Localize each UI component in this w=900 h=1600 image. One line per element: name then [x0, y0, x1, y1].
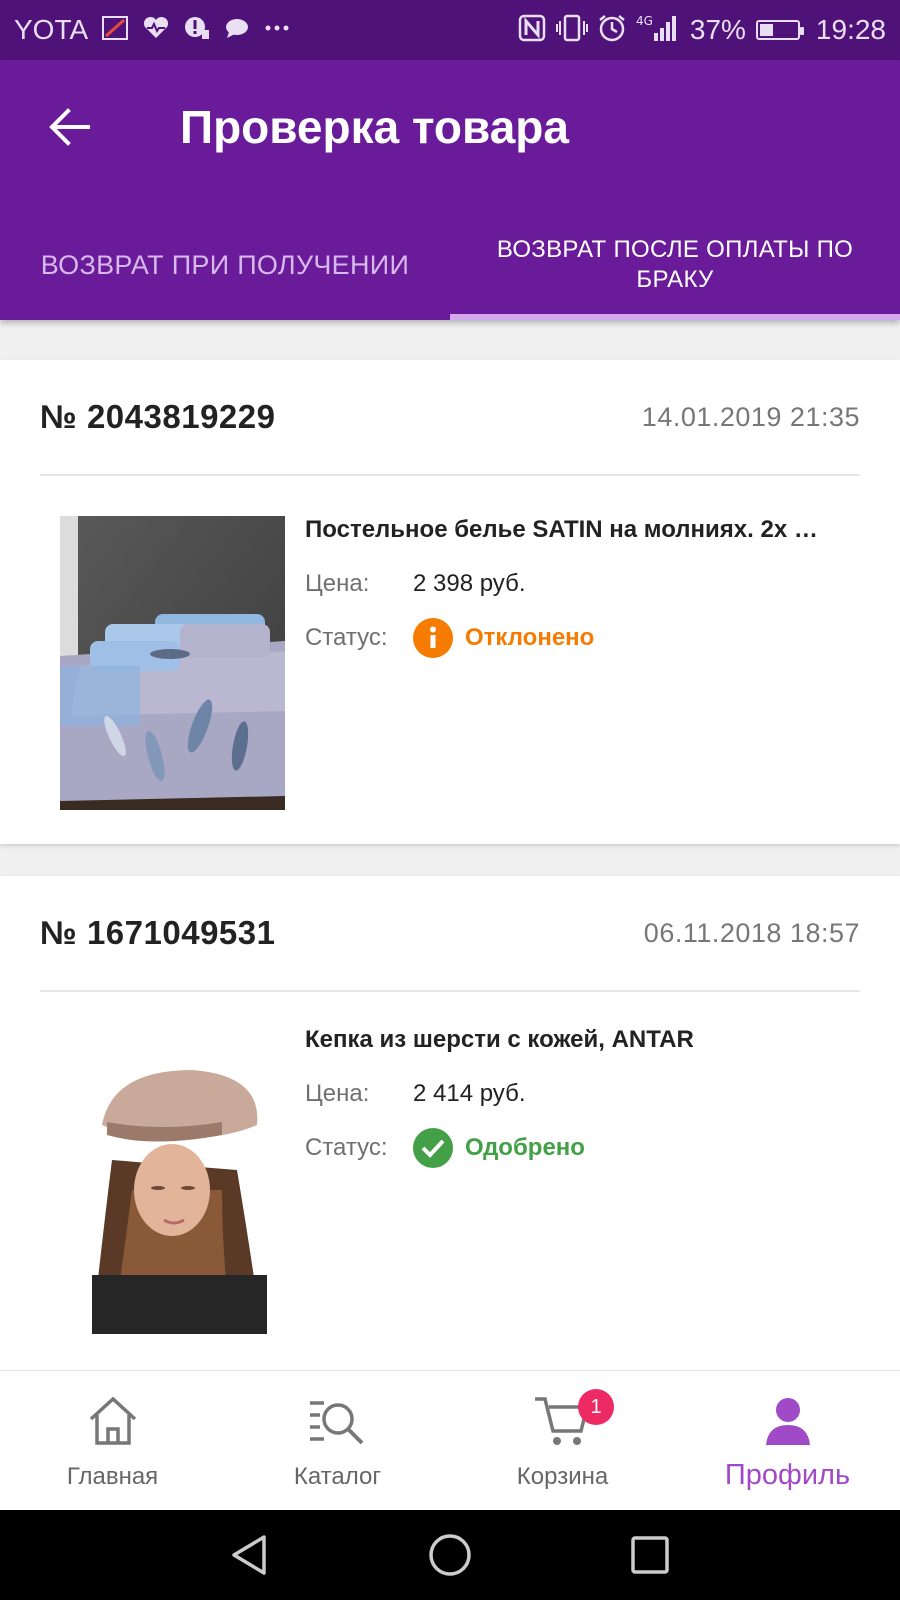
carrier-name: YOTA [14, 14, 89, 45]
home-circle-icon [429, 1534, 471, 1576]
profile-icon [762, 1389, 814, 1453]
status-row: Статус: Одобрено [305, 1128, 860, 1168]
nav-cart[interactable]: 1 Корзина [450, 1371, 675, 1510]
notification-icon [184, 16, 210, 45]
system-back-button[interactable] [225, 1530, 275, 1580]
arrow-left-icon [49, 108, 90, 146]
tab-label: ВОЗВРАТ ПРИ ПОЛУЧЕНИИ [40, 249, 410, 280]
status-label: Статус: [305, 624, 388, 651]
nav-home[interactable]: Главная [0, 1371, 225, 1510]
order-card-header: № 1671049531 06.11.2018 18:57 [40, 876, 860, 992]
price-value: 2 398 руб. [413, 570, 526, 597]
vibrate-icon [555, 14, 588, 47]
price-value: 2 414 руб. [413, 1080, 526, 1107]
orders-list[interactable]: № 2043819229 14.01.2019 21:35 Постельное… [0, 320, 900, 1370]
check-circle-icon [413, 1128, 453, 1168]
nav-label: Профиль [724, 1459, 851, 1491]
clock: 19:28 [815, 14, 886, 45]
cap-woman-image[interactable] [72, 1040, 272, 1334]
nav-label: Главная [66, 1463, 159, 1490]
order-number: № 1671049531 [40, 914, 276, 951]
carrier-logo-icon [102, 15, 129, 45]
chat-bubble-icon [224, 16, 250, 45]
bedding-image[interactable] [60, 516, 285, 810]
nav-label: Каталог [293, 1463, 382, 1490]
health-heart-icon [142, 16, 170, 45]
nav-catalog[interactable]: Каталог [225, 1371, 450, 1510]
product-info: Кепка из шерсти с кожей, ANTAR Цена: 2 4… [305, 1024, 860, 1168]
battery-icon [755, 20, 804, 40]
tab-return-after-payment-defect[interactable]: ВОЗВРАТ ПОСЛЕ ОПЛАТЫ ПО БРАКУ [450, 210, 900, 320]
product-title[interactable]: Кепка из шерсти с кожей, ANTAR [305, 1024, 860, 1056]
order-card[interactable]: № 2043819229 14.01.2019 21:35 Постельное… [0, 360, 900, 844]
product-info: Постельное белье SATIN на молниях. 2х … … [305, 514, 860, 658]
nav-profile[interactable]: Профиль [675, 1371, 900, 1510]
product-title[interactable]: Постельное белье SATIN на молниях. 2х … [305, 514, 860, 546]
cart-badge: 1 [578, 1389, 614, 1425]
nfc-icon [518, 14, 546, 47]
status-bar: YOTA 4G 37% 19:28 [0, 0, 900, 60]
system-navigation-bar [0, 1510, 900, 1600]
app-bar: Проверка товара ВОЗВРАТ ПРИ ПОЛУЧЕНИИ ВО… [0, 60, 900, 320]
system-home-button[interactable] [425, 1530, 475, 1580]
page-title: Проверка товара [180, 101, 569, 153]
network-type: 4G [636, 14, 653, 28]
order-card-header: № 2043819229 14.01.2019 21:35 [40, 360, 860, 476]
catalog-search-icon [308, 1389, 368, 1453]
status-label: Статус: [305, 1134, 388, 1161]
nav-label: Корзина [516, 1463, 609, 1490]
back-button[interactable] [40, 102, 100, 152]
order-date: 06.11.2018 18:57 [643, 917, 860, 948]
price-row: Цена: 2 398 руб. [305, 568, 860, 600]
system-recents-button[interactable] [625, 1530, 675, 1580]
price-label: Цена: [305, 570, 370, 597]
alarm-icon [598, 14, 626, 47]
bottom-navigation: Главная Каталог 1 Корзина Профиль [0, 1370, 900, 1510]
status-value: Одобрено [465, 1134, 585, 1161]
tab-bar: ВОЗВРАТ ПРИ ПОЛУЧЕНИИ ВОЗВРАТ ПОСЛЕ ОПЛА… [0, 210, 900, 320]
price-label: Цена: [305, 1080, 370, 1107]
tab-return-on-receipt[interactable]: ВОЗВРАТ ПРИ ПОЛУЧЕНИИ [0, 210, 450, 320]
battery-level [759, 24, 773, 36]
price-row: Цена: 2 414 руб. [305, 1078, 860, 1110]
battery-percent: 37% [689, 14, 746, 45]
back-triangle-icon [232, 1535, 266, 1575]
tab-label: ВОЗВРАТ ПОСЛЕ ОПЛАТЫ ПО БРАКУ [496, 236, 854, 293]
status-row: Статус: Отклонено [305, 618, 860, 658]
order-number: № 2043819229 [40, 398, 276, 435]
order-card[interactable]: № 1671049531 06.11.2018 18:57 Кепка из ш… [0, 876, 900, 1370]
more-dots-icon [264, 16, 290, 45]
order-date: 14.01.2019 21:35 [641, 401, 860, 432]
info-circle-icon [413, 618, 453, 658]
home-icon [85, 1389, 141, 1453]
recents-square-icon [631, 1536, 669, 1574]
signal-icon: 4G [636, 13, 680, 48]
status-value: Отклонено [465, 624, 595, 651]
